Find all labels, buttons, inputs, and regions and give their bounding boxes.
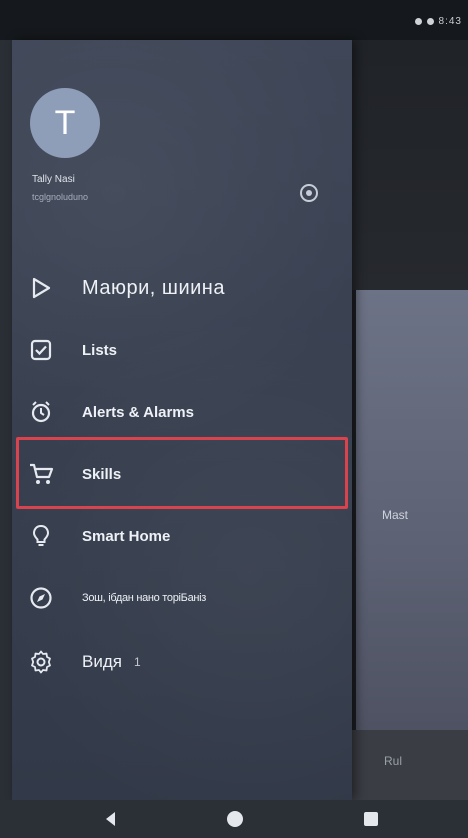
status-icons: 8:43 xyxy=(414,16,462,27)
menu-item-lists[interactable]: Lists xyxy=(12,322,352,378)
notification-icon xyxy=(414,18,422,25)
status-bar: 8:43 xyxy=(0,0,468,40)
recents-icon[interactable] xyxy=(362,810,380,828)
menu-item-label: Alerts & Alarms xyxy=(82,403,194,421)
background-bottom-bar: Rul xyxy=(350,730,468,800)
menu-item-play[interactable]: Маюри, шиина xyxy=(12,260,352,316)
user-email: tcglgnoluduno xyxy=(32,192,89,202)
menu-item-label: Smart Home xyxy=(82,527,171,545)
user-name: Tally Nasi xyxy=(32,174,75,185)
system-nav-bar xyxy=(0,800,468,838)
background-header xyxy=(350,40,468,290)
menu-item-label: Видя xyxy=(82,652,122,671)
menu-item-smart-home[interactable]: Smart Home xyxy=(12,508,352,564)
back-icon[interactable] xyxy=(102,810,120,828)
bulb-icon xyxy=(28,523,54,549)
navigation-drawer: T Tally Nasi tcglgnoluduno Маюри, шиина xyxy=(12,40,352,800)
menu-item-badge: 1 xyxy=(133,655,141,669)
menu-item-explore[interactable]: Зош, ібдан нано торіБаніз xyxy=(12,570,352,626)
gear-icon xyxy=(28,649,54,675)
skills-highlight-box xyxy=(16,437,348,509)
signal-icon xyxy=(426,18,434,25)
play-icon xyxy=(28,275,54,301)
background-app: Mast Rul xyxy=(350,40,468,800)
compass-icon xyxy=(28,585,54,611)
background-bottom-label: Rul xyxy=(384,754,403,768)
menu-item-alerts-alarms[interactable]: Alerts & Alarms xyxy=(12,384,352,440)
menu-item-label: Маюри, шиина xyxy=(82,276,225,299)
home-icon[interactable] xyxy=(226,810,244,828)
background-card: Mast xyxy=(356,290,468,730)
account-settings-icon[interactable] xyxy=(298,182,320,204)
avatar-initial: T xyxy=(54,103,76,142)
avatar[interactable]: T xyxy=(30,88,100,158)
checklist-icon xyxy=(28,337,54,363)
alarm-icon xyxy=(28,399,54,425)
menu-item-settings[interactable]: Видя 1 xyxy=(12,634,352,690)
app-screen: 8:43 Mast Rul T Tally Nasi tcglgnoluduno xyxy=(0,0,468,838)
status-time: 8:43 xyxy=(438,16,462,27)
background-card-label: Mast xyxy=(382,508,409,522)
menu-item-label: Зош, ібдан нано торіБаніз xyxy=(82,592,207,604)
menu-item-label: Lists xyxy=(82,341,118,359)
